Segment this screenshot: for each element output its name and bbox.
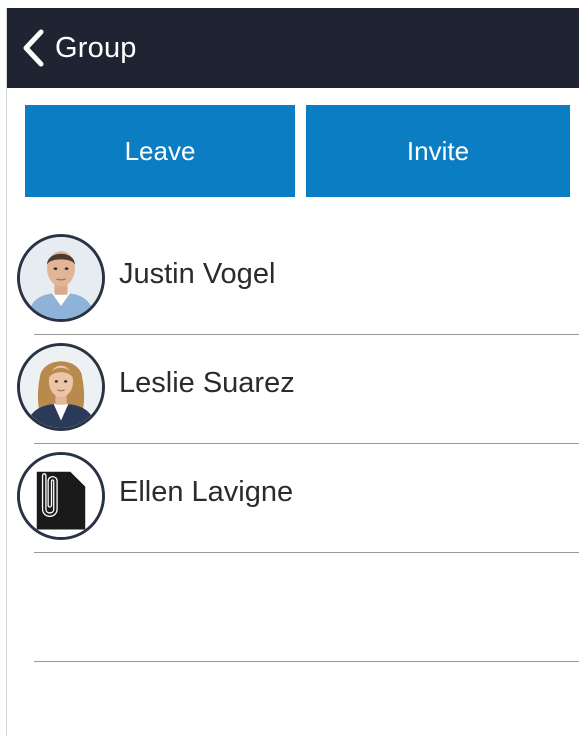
avatar bbox=[17, 343, 105, 431]
chevron-left-icon bbox=[21, 28, 47, 68]
empty-row bbox=[7, 553, 579, 662]
member-row[interactable]: Ellen Lavigne bbox=[7, 444, 579, 553]
app-screen: Group Leave Invite Justin Vogel Leslie S… bbox=[6, 8, 579, 736]
leave-button[interactable]: Leave bbox=[25, 105, 295, 197]
avatar bbox=[17, 234, 105, 322]
member-row[interactable]: Leslie Suarez bbox=[7, 335, 579, 444]
row-divider bbox=[34, 661, 579, 662]
group-actions: Leave Invite bbox=[25, 105, 570, 197]
member-row[interactable]: Justin Vogel bbox=[7, 226, 579, 335]
member-name: Leslie Suarez bbox=[119, 367, 295, 399]
invite-button[interactable]: Invite bbox=[306, 105, 570, 197]
page-title: Group bbox=[55, 31, 137, 64]
member-name: Ellen Lavigne bbox=[119, 476, 294, 508]
back-button[interactable]: Group bbox=[7, 8, 137, 88]
avatar bbox=[17, 452, 105, 540]
member-name: Justin Vogel bbox=[119, 258, 276, 290]
document-clip-icon bbox=[20, 455, 102, 537]
member-list: Justin Vogel Leslie Suarez Ellen Lavigne bbox=[7, 226, 579, 662]
nav-bar: Group bbox=[7, 8, 579, 88]
